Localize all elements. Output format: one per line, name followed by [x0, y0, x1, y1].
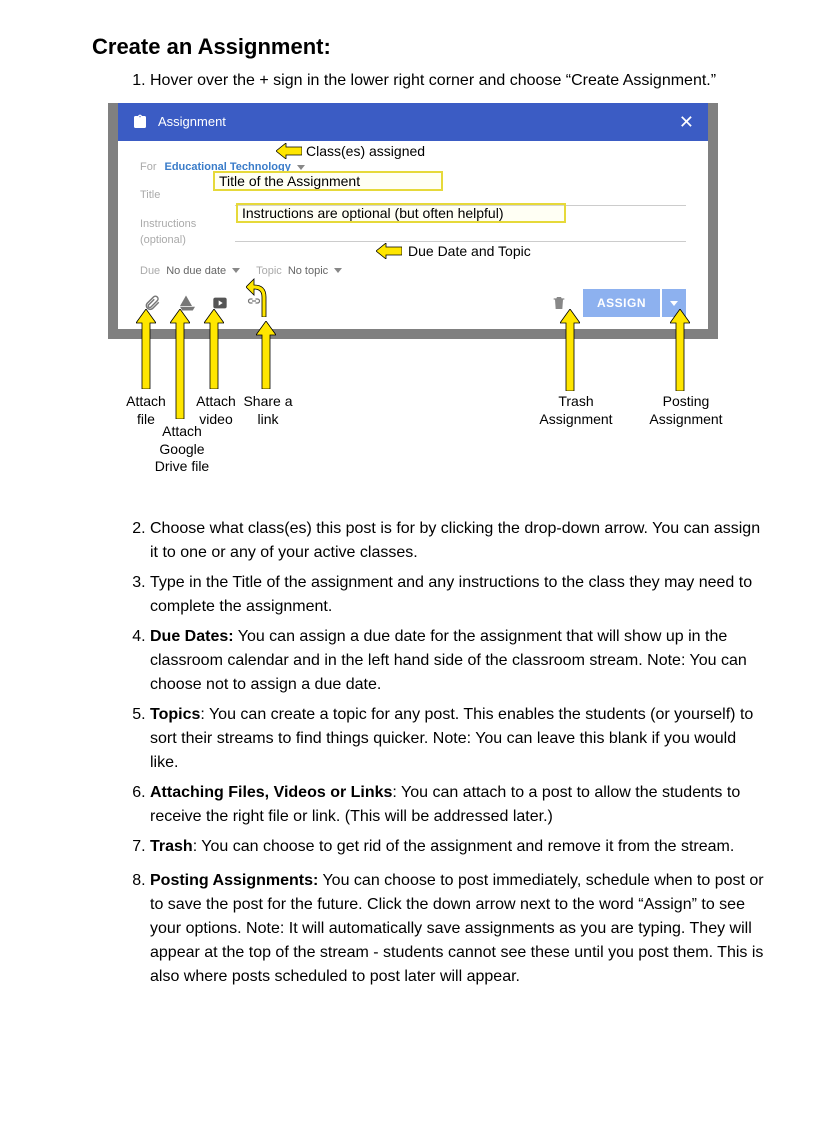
dialog-titlebar: Assignment ✕ — [118, 103, 708, 141]
assignment-dialog: Assignment ✕ For Educational Technology … — [108, 103, 718, 339]
step-6-label: Attaching Files, Videos or Links — [150, 784, 392, 801]
instructions-label: Instructions (optional) — [140, 216, 235, 249]
chevron-down-icon — [334, 268, 342, 273]
dialog-title: Assignment — [158, 112, 226, 132]
label-share-link: Share a link — [238, 393, 298, 428]
step-7: Trash: You can choose to get rid of the … — [150, 835, 766, 859]
arrow-up-icon — [204, 309, 224, 389]
arrow-up-icon — [560, 309, 580, 391]
bottom-labels: Attach file Attach Google Drive file Att… — [108, 349, 718, 509]
step-5-text: : You can create a topic for any post. T… — [150, 706, 753, 771]
steps-list-bottom: Choose what class(es) this post is for b… — [130, 517, 766, 989]
step-5-label: Topics — [150, 706, 200, 723]
step-6: Attaching Files, Videos or Links: You ca… — [150, 781, 766, 829]
due-topic-row: Due No due date Topic No topic — [140, 263, 686, 280]
step-3: Type in the Title of the assignment and … — [150, 571, 766, 619]
step-8: Posting Assignments: You can choose to p… — [150, 869, 766, 989]
label-attach-drive: Attach Google Drive file — [150, 423, 214, 476]
step-7-label: Trash — [150, 838, 193, 855]
due-value: No due date — [166, 263, 226, 280]
callout-due-topic: Due Date and Topic — [408, 241, 531, 262]
step-2: Choose what class(es) this post is for b… — [150, 517, 766, 565]
step-7-text: : You can choose to get rid of the assig… — [193, 838, 735, 855]
arrow-curve-icon — [246, 277, 286, 317]
step-4-label: Due Dates: — [150, 628, 234, 645]
label-trash: Trash Assignment — [526, 393, 626, 428]
clipboard-icon — [132, 113, 148, 131]
callout-classes: Class(es) assigned — [306, 141, 425, 162]
arrow-up-icon — [136, 309, 156, 389]
chevron-down-icon — [297, 165, 305, 170]
due-label: Due — [140, 263, 160, 280]
step-4: Due Dates: You can assign a due date for… — [150, 625, 766, 697]
callout-instructions-box: Instructions are optional (but often hel… — [236, 203, 566, 223]
label-attach-video: Attach video — [186, 393, 246, 428]
callout-title-box: Title of the Assignment — [213, 171, 443, 191]
due-date-dropdown[interactable]: No due date — [166, 263, 240, 280]
chevron-down-icon — [232, 268, 240, 273]
arrow-up-icon — [256, 321, 276, 389]
screenshot-figure: Assignment ✕ For Educational Technology … — [108, 103, 718, 339]
arrow-up-icon — [670, 309, 690, 391]
arrow-left-icon — [376, 243, 402, 259]
instructions-input[interactable] — [235, 222, 686, 242]
dialog-body: For Educational Technology Title Instruc… — [118, 141, 708, 329]
step-5: Topics: You can create a topic for any p… — [150, 703, 766, 775]
assign-button[interactable]: ASSIGN — [583, 289, 660, 317]
label-posting: Posting Assignment — [636, 393, 736, 428]
steps-list-top: Hover over the + sign in the lower right… — [130, 69, 766, 93]
step-1: Hover over the + sign in the lower right… — [150, 69, 766, 93]
page-title: Create an Assignment: — [92, 30, 766, 63]
step-4-text: You can assign a due date for the assign… — [150, 628, 747, 693]
arrow-left-icon — [276, 143, 302, 159]
topic-dropdown[interactable]: No topic — [288, 263, 342, 280]
step-8-label: Posting Assignments: — [150, 872, 318, 889]
close-icon[interactable]: ✕ — [679, 109, 694, 136]
chevron-down-icon — [670, 301, 678, 306]
topic-value: No topic — [288, 263, 328, 280]
for-label: For — [140, 159, 157, 176]
